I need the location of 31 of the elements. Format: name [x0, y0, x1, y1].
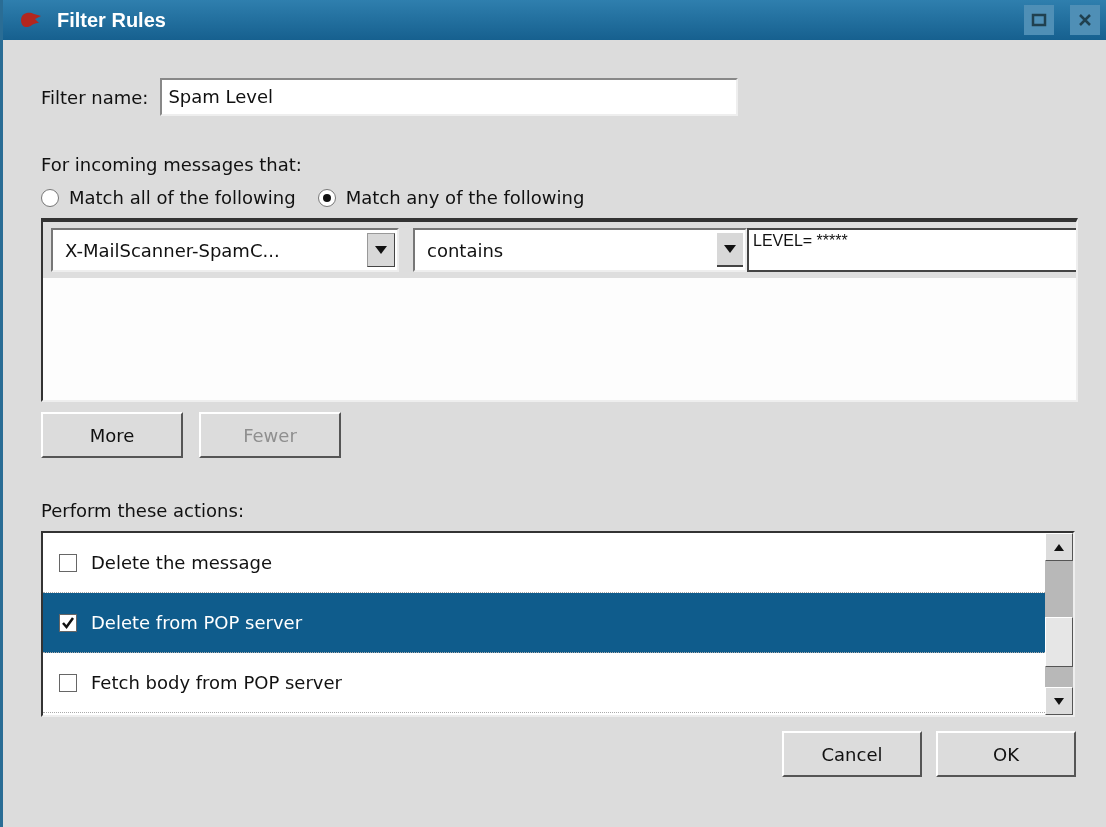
scrollbar[interactable] — [1045, 533, 1073, 715]
close-button[interactable] — [1070, 5, 1100, 35]
more-button[interactable]: More — [41, 412, 183, 458]
value-field[interactable]: LEVEL= ***** — [747, 228, 1076, 272]
actions-heading: Perform these actions: — [41, 500, 245, 521]
action-item[interactable]: Fetch body from POP server — [43, 653, 1045, 713]
cancel-button[interactable]: Cancel — [782, 731, 922, 777]
window-title: Filter Rules — [57, 8, 166, 32]
action-label: Delete the message — [91, 552, 273, 573]
checkbox[interactable] — [59, 673, 77, 692]
match-radio[interactable]: Match all of the following — [41, 187, 296, 208]
action-item[interactable]: Delete from POP server — [43, 593, 1045, 653]
maximize-icon — [1031, 12, 1047, 28]
field-dropdown[interactable]: X-MailScanner-SpamC... — [51, 228, 399, 272]
conditions-heading: For incoming messages that: — [41, 154, 303, 175]
close-icon — [1077, 12, 1093, 28]
operator-dropdown[interactable]: contains — [413, 228, 747, 272]
action-label: Delete from POP server — [91, 612, 303, 633]
checkbox[interactable] — [59, 613, 77, 632]
caret-icon — [375, 246, 387, 254]
maximize-button[interactable] — [1024, 5, 1054, 35]
checkbox[interactable] — [59, 553, 77, 572]
down-arrow-icon — [1054, 697, 1064, 705]
match-radio[interactable]: Match any of the following — [317, 187, 585, 208]
filter-name-field[interactable]: Spam Level — [160, 78, 739, 116]
ok-button[interactable]: OK — [936, 731, 1076, 777]
filter-name-label: Filter name: — [41, 86, 149, 108]
caret-icon — [724, 245, 736, 253]
action-label: Fetch body from POP server — [91, 672, 342, 693]
up-arrow-icon — [1054, 543, 1064, 551]
bird-icon — [19, 10, 43, 30]
